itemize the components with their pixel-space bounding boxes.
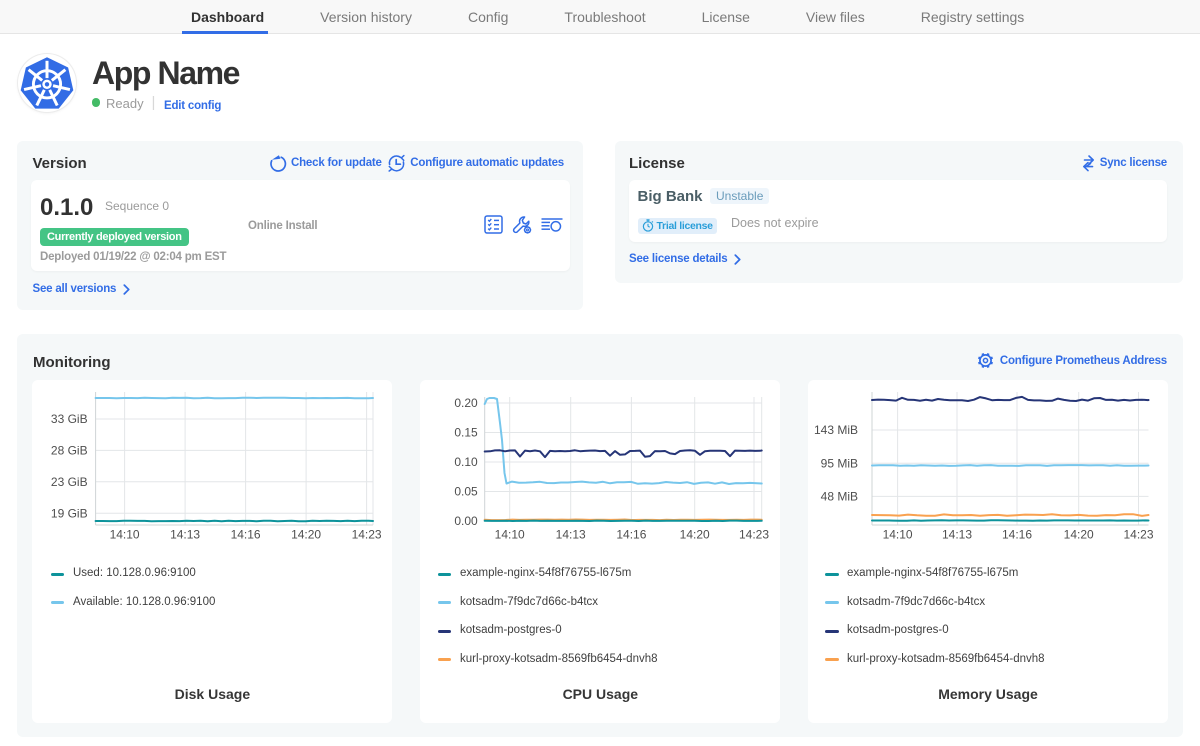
svg-text:19 GiB: 19 GiB	[51, 506, 88, 520]
svg-text:14:23: 14:23	[352, 528, 382, 542]
svg-text:33 GiB: 33 GiB	[51, 412, 88, 426]
svg-text:14:20: 14:20	[1064, 528, 1094, 542]
svg-text:0.00: 0.00	[455, 514, 479, 528]
svg-text:0.20: 0.20	[455, 396, 479, 410]
svg-text:28 GiB: 28 GiB	[51, 444, 88, 458]
svg-text:14:23: 14:23	[739, 528, 769, 542]
svg-text:14:16: 14:16	[617, 528, 647, 542]
svg-text:14:10: 14:10	[495, 528, 525, 542]
svg-text:0.05: 0.05	[455, 485, 479, 499]
svg-text:14:13: 14:13	[556, 528, 586, 542]
svg-text:14:23: 14:23	[1123, 528, 1153, 542]
svg-text:14:13: 14:13	[942, 528, 972, 542]
svg-text:14:20: 14:20	[291, 528, 321, 542]
svg-text:0.10: 0.10	[455, 455, 479, 469]
svg-text:14:16: 14:16	[1002, 528, 1032, 542]
svg-text:14:16: 14:16	[231, 528, 261, 542]
svg-text:143 MiB: 143 MiB	[814, 423, 858, 437]
svg-text:14:10: 14:10	[110, 528, 140, 542]
svg-text:23 GiB: 23 GiB	[51, 475, 88, 489]
svg-text:14:20: 14:20	[680, 528, 710, 542]
svg-text:48 MiB: 48 MiB	[821, 490, 858, 504]
svg-text:95 MiB: 95 MiB	[821, 457, 858, 471]
svg-text:0.15: 0.15	[455, 426, 479, 440]
svg-text:14:13: 14:13	[170, 528, 200, 542]
svg-text:14:10: 14:10	[883, 528, 913, 542]
